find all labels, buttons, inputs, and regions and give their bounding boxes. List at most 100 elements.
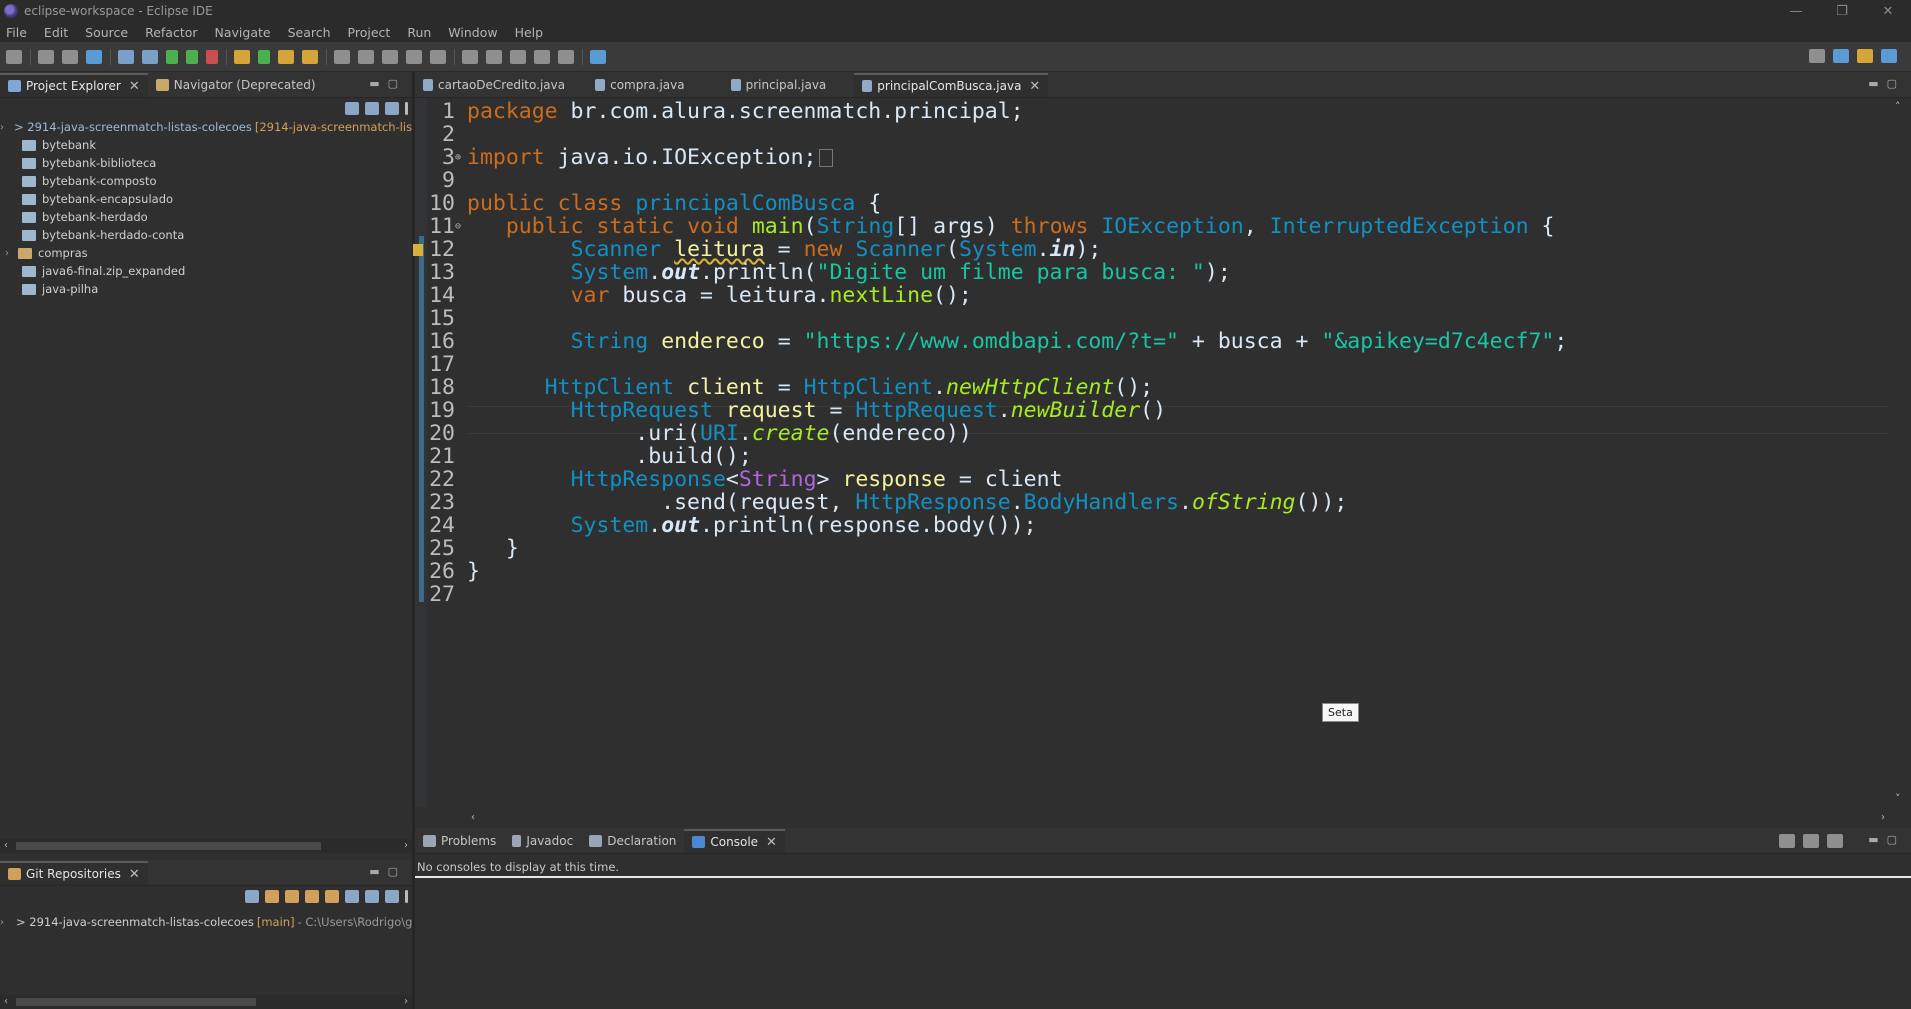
pin-console-icon[interactable] bbox=[1827, 834, 1843, 848]
clone-repo-icon[interactable] bbox=[285, 890, 299, 903]
tree-item[interactable]: bytebank-herdado-conta bbox=[0, 226, 412, 244]
prev-annotation-icon[interactable] bbox=[486, 49, 502, 64]
minimize-button[interactable]: — bbox=[1773, 0, 1819, 22]
collapse-all-icon[interactable] bbox=[245, 890, 259, 903]
display-console-icon[interactable] bbox=[1803, 834, 1819, 848]
view-min-max-icons[interactable]: ▬▢ bbox=[1868, 77, 1905, 90]
menu-help[interactable]: Help bbox=[515, 25, 544, 40]
code-area[interactable]: 1 package br.com.alura.screenmatch.princi… bbox=[413, 98, 1889, 807]
tree-item[interactable]: bytebank-encapsulado bbox=[0, 190, 412, 208]
search-task-icon[interactable] bbox=[302, 49, 318, 64]
expand-arrow-icon[interactable]: › bbox=[0, 122, 4, 133]
view-menu-icon[interactable] bbox=[405, 890, 408, 903]
close-icon[interactable]: ✕ bbox=[1029, 79, 1040, 94]
close-icon[interactable]: ✕ bbox=[129, 79, 140, 94]
save-all-icon[interactable] bbox=[62, 49, 78, 64]
open-type-icon[interactable] bbox=[278, 49, 294, 64]
link-editor-icon[interactable] bbox=[365, 102, 379, 115]
scroll-right-icon[interactable]: › bbox=[404, 995, 408, 1009]
edit-icon[interactable] bbox=[358, 49, 374, 64]
scroll-left-icon[interactable]: ‹ bbox=[471, 811, 475, 825]
expand-arrow-icon[interactable]: › bbox=[0, 248, 14, 259]
tab-console[interactable]: Console ✕ bbox=[684, 829, 785, 853]
block-select-icon[interactable] bbox=[382, 49, 398, 64]
close-window-button[interactable]: ✕ bbox=[1865, 0, 1911, 22]
add-repo-icon[interactable] bbox=[265, 890, 279, 903]
git-repo-item[interactable]: › > 2914-java-screenmatch-listas-colecoe… bbox=[0, 913, 412, 931]
new-icon[interactable] bbox=[6, 49, 22, 64]
search-icon[interactable] bbox=[1809, 49, 1825, 63]
next-annotation-icon[interactable] bbox=[462, 49, 478, 64]
view-min-max-icons[interactable]: ▬▢ bbox=[1868, 833, 1905, 846]
tree-item[interactable]: java6-final.zip_expanded bbox=[0, 262, 412, 280]
restore-button[interactable]: ❐ bbox=[1819, 0, 1865, 22]
save-icon[interactable] bbox=[38, 49, 54, 64]
tree-item[interactable]: bytebank-composto bbox=[0, 172, 412, 190]
scroll-thumb[interactable] bbox=[16, 998, 256, 1006]
tab-principalComBusca[interactable]: principalComBusca.java ✕ bbox=[854, 73, 1049, 97]
create-repo-icon[interactable] bbox=[305, 890, 319, 903]
skip-breakpoints-icon[interactable] bbox=[118, 49, 134, 64]
annotation-icon[interactable] bbox=[334, 49, 350, 64]
scroll-thumb[interactable] bbox=[16, 842, 321, 850]
scroll-up-icon[interactable]: ˄ bbox=[1895, 100, 1901, 113]
scroll-down-icon[interactable]: ˅ bbox=[1895, 792, 1901, 805]
tree-item[interactable]: bytebank-biblioteca bbox=[0, 154, 412, 172]
refresh-icon[interactable] bbox=[325, 890, 339, 903]
menu-edit[interactable]: Edit bbox=[44, 25, 68, 40]
editor-vscrollbar[interactable]: ˄ ˅ bbox=[1889, 98, 1911, 807]
perspective-git-icon[interactable] bbox=[1881, 49, 1897, 63]
back-icon[interactable] bbox=[534, 49, 550, 64]
new-class-icon[interactable] bbox=[258, 49, 270, 64]
tab-javadoc[interactable]: Javadoc bbox=[504, 829, 581, 853]
tab-principal[interactable]: principal.java bbox=[723, 73, 835, 97]
tab-project-explorer[interactable]: Project Explorer ✕ bbox=[0, 73, 148, 97]
tab-cartaoDeCredito[interactable]: cartaoDeCredito.java bbox=[415, 73, 573, 97]
editor-hscrollbar[interactable]: ‹ › bbox=[467, 811, 1889, 825]
scroll-right-icon[interactable]: › bbox=[404, 839, 408, 853]
tree-item[interactable]: java-pilha bbox=[0, 280, 412, 298]
scroll-left-icon[interactable]: ‹ bbox=[4, 995, 8, 1009]
explorer-hscrollbar[interactable]: ‹ › bbox=[0, 839, 412, 853]
coverage-icon[interactable] bbox=[186, 49, 198, 64]
menu-project[interactable]: Project bbox=[348, 25, 391, 40]
menu-refactor[interactable]: Refactor bbox=[145, 25, 197, 40]
tab-declaration[interactable]: Declaration bbox=[581, 829, 684, 853]
tab-navigator[interactable]: Navigator (Deprecated) bbox=[148, 73, 324, 97]
tree-item[interactable]: bytebank-herdado bbox=[0, 208, 412, 226]
tab-compra[interactable]: compra.java bbox=[587, 73, 693, 97]
terminal-icon[interactable] bbox=[86, 49, 102, 64]
show-whitespace-icon[interactable] bbox=[406, 49, 422, 64]
run-icon[interactable] bbox=[166, 49, 178, 64]
tree-item[interactable]: bytebank bbox=[0, 136, 412, 154]
tree-item[interactable]: › > 2914-java-screenmatch-listas-colecoes… bbox=[0, 118, 430, 136]
filter-icon[interactable] bbox=[385, 890, 399, 903]
debug-icon[interactable] bbox=[142, 49, 158, 64]
menu-search[interactable]: Search bbox=[288, 25, 331, 40]
expand-arrow-icon[interactable]: › bbox=[0, 917, 4, 928]
menu-run[interactable]: Run bbox=[407, 25, 431, 40]
close-icon[interactable]: ✕ bbox=[766, 835, 777, 850]
close-icon[interactable]: ✕ bbox=[129, 867, 140, 882]
last-edit-icon[interactable] bbox=[510, 49, 526, 64]
scroll-right-icon[interactable]: › bbox=[1881, 811, 1885, 825]
open-perspective-icon[interactable] bbox=[590, 49, 606, 64]
tab-problems[interactable]: Problems bbox=[415, 829, 504, 853]
menu-source[interactable]: Source bbox=[85, 25, 128, 40]
view-menu-icon[interactable] bbox=[405, 102, 408, 115]
collapse-all-icon[interactable] bbox=[345, 102, 359, 115]
menu-navigate[interactable]: Navigate bbox=[215, 25, 271, 40]
tab-git-repositories[interactable]: Git Repositories ✕ bbox=[0, 861, 148, 885]
folded-block-icon[interactable] bbox=[818, 149, 833, 167]
hierarchical-icon[interactable] bbox=[365, 890, 379, 903]
git-hscrollbar[interactable]: ‹ › bbox=[0, 995, 412, 1009]
forward-icon[interactable] bbox=[558, 49, 574, 64]
perspective-debug-icon[interactable] bbox=[1857, 49, 1873, 63]
perspective-java-icon[interactable] bbox=[1833, 49, 1849, 63]
open-console-icon[interactable] bbox=[1779, 834, 1795, 848]
menu-file[interactable]: File bbox=[6, 25, 27, 40]
fold-expand-icon[interactable]: ⊕ bbox=[455, 144, 461, 172]
fold-collapse-icon[interactable]: ⊖ bbox=[455, 213, 461, 241]
link-selection-icon[interactable] bbox=[345, 890, 359, 903]
view-min-max-icons[interactable]: ▬▢ bbox=[369, 865, 406, 878]
